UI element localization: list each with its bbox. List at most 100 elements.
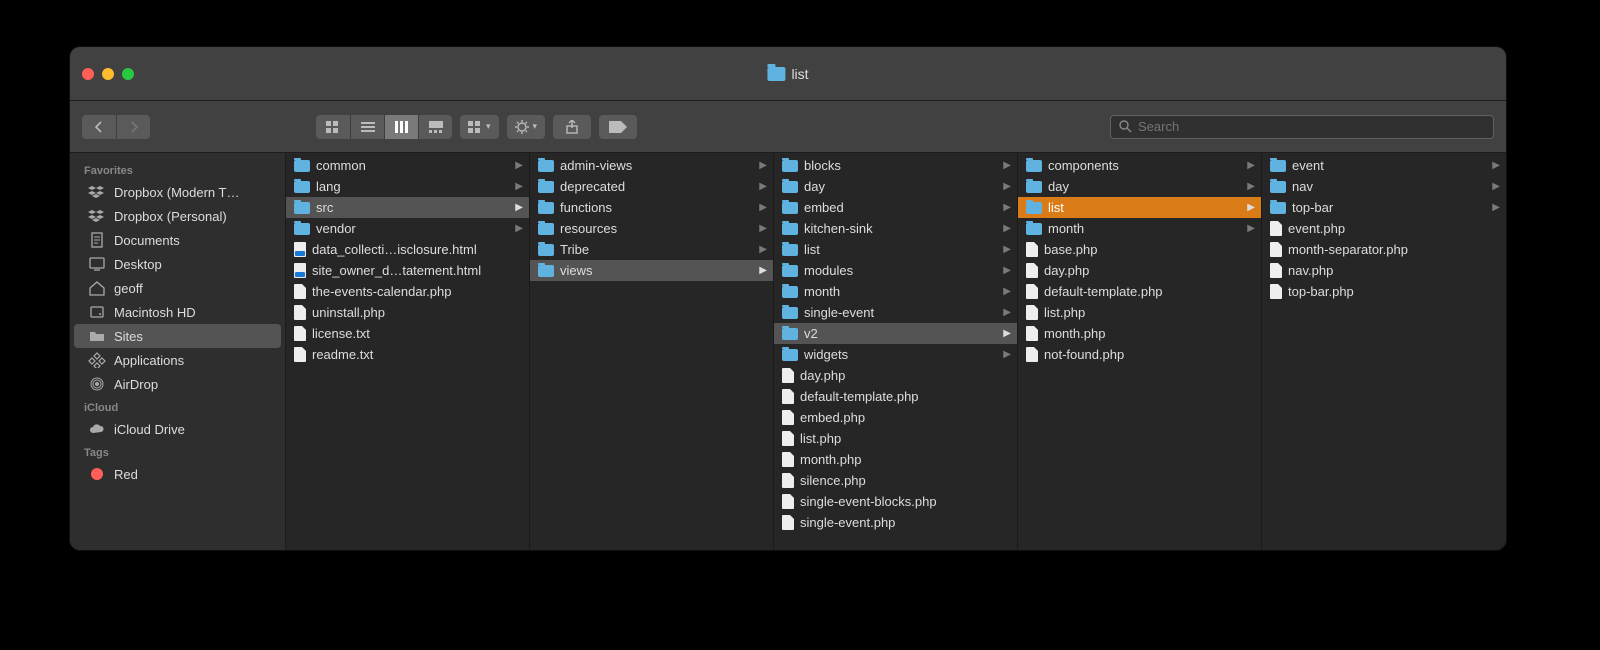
- sidebar-item-documents[interactable]: Documents: [74, 228, 281, 252]
- chevron-right-icon: ▶: [515, 181, 523, 192]
- sidebar-item-macintosh-hd[interactable]: Macintosh HD: [74, 300, 281, 324]
- home-icon: [88, 280, 106, 296]
- file-name: list: [804, 242, 997, 257]
- file-row[interactable]: uninstall.php: [286, 302, 529, 323]
- file-row[interactable]: data_collecti…isclosure.html: [286, 239, 529, 260]
- file-row[interactable]: license.txt: [286, 323, 529, 344]
- file-row[interactable]: blocks▶: [774, 155, 1017, 176]
- disk-icon: [88, 304, 106, 320]
- view-icons-button[interactable]: [316, 115, 350, 139]
- file-row[interactable]: list.php: [1018, 302, 1261, 323]
- file-row[interactable]: modules▶: [774, 260, 1017, 281]
- file-row[interactable]: day.php: [774, 365, 1017, 386]
- column-2: blocks▶day▶embed▶kitchen-sink▶list▶modul…: [774, 153, 1018, 550]
- file-row[interactable]: lang▶: [286, 176, 529, 197]
- chevron-right-icon: ▶: [759, 160, 767, 171]
- view-columns-button[interactable]: [384, 115, 418, 139]
- sidebar-item-label: Macintosh HD: [114, 305, 196, 320]
- sidebar-header: iCloud: [70, 396, 285, 417]
- file-name: readme.txt: [312, 347, 523, 362]
- view-mode-group: [316, 115, 452, 139]
- file-row[interactable]: v2▶: [774, 323, 1017, 344]
- sidebar-item-airdrop[interactable]: AirDrop: [74, 372, 281, 396]
- sidebar-item-dropbox-modern-t[interactable]: Dropbox (Modern T…: [74, 180, 281, 204]
- chevron-right-icon: ▶: [1247, 160, 1255, 171]
- file-row[interactable]: top-bar.php: [1262, 281, 1506, 302]
- zoom-icon[interactable]: [122, 68, 134, 80]
- back-button[interactable]: [82, 115, 116, 139]
- file-row[interactable]: single-event-blocks.php: [774, 491, 1017, 512]
- sidebar-item-sites[interactable]: Sites: [74, 324, 281, 348]
- chevron-right-icon: ▶: [1003, 286, 1011, 297]
- file-icon: [782, 431, 794, 446]
- file-row[interactable]: day▶: [774, 176, 1017, 197]
- file-row[interactable]: month.php: [1018, 323, 1261, 344]
- file-row[interactable]: list.php: [774, 428, 1017, 449]
- file-row[interactable]: base.php: [1018, 239, 1261, 260]
- file-row[interactable]: admin-views▶: [530, 155, 773, 176]
- view-gallery-button[interactable]: [418, 115, 452, 139]
- sidebar-item-geoff[interactable]: geoff: [74, 276, 281, 300]
- file-row[interactable]: not-found.php: [1018, 344, 1261, 365]
- forward-button[interactable]: [116, 115, 150, 139]
- file-row[interactable]: views▶: [530, 260, 773, 281]
- sidebar-item-icloud-drive[interactable]: iCloud Drive: [74, 417, 281, 441]
- file-name: resources: [560, 221, 753, 236]
- file-name: month.php: [1044, 326, 1255, 341]
- sidebar-item-dropbox-personal[interactable]: Dropbox (Personal): [74, 204, 281, 228]
- file-row[interactable]: event.php: [1262, 218, 1506, 239]
- sidebar-item-applications[interactable]: Applications: [74, 348, 281, 372]
- file-row[interactable]: widgets▶: [774, 344, 1017, 365]
- sidebar-item-red[interactable]: Red: [74, 462, 281, 486]
- file-row[interactable]: site_owner_d…tatement.html: [286, 260, 529, 281]
- file-row[interactable]: embed▶: [774, 197, 1017, 218]
- file-row[interactable]: deprecated▶: [530, 176, 773, 197]
- file-row[interactable]: day.php: [1018, 260, 1261, 281]
- file-row[interactable]: single-event.php: [774, 512, 1017, 533]
- file-row[interactable]: components▶: [1018, 155, 1261, 176]
- file-row[interactable]: default-template.php: [774, 386, 1017, 407]
- file-row[interactable]: event▶: [1262, 155, 1506, 176]
- view-list-button[interactable]: [350, 115, 384, 139]
- file-row[interactable]: resources▶: [530, 218, 773, 239]
- group-by-button[interactable]: ▾: [460, 115, 499, 139]
- close-icon[interactable]: [82, 68, 94, 80]
- file-row[interactable]: kitchen-sink▶: [774, 218, 1017, 239]
- file-row[interactable]: readme.txt: [286, 344, 529, 365]
- file-row[interactable]: Tribe▶: [530, 239, 773, 260]
- file-row[interactable]: default-template.php: [1018, 281, 1261, 302]
- file-row[interactable]: month-separator.php: [1262, 239, 1506, 260]
- chevron-right-icon: ▶: [1003, 349, 1011, 360]
- file-row[interactable]: embed.php: [774, 407, 1017, 428]
- file-row[interactable]: nav▶: [1262, 176, 1506, 197]
- chevron-right-icon: ▶: [1492, 160, 1500, 171]
- file-row[interactable]: vendor▶: [286, 218, 529, 239]
- sidebar-header: Tags: [70, 441, 285, 462]
- tags-button[interactable]: [599, 115, 637, 139]
- action-button[interactable]: ▾: [507, 115, 546, 139]
- file-row[interactable]: month.php: [774, 449, 1017, 470]
- file-row[interactable]: src▶: [286, 197, 529, 218]
- file-row[interactable]: nav.php: [1262, 260, 1506, 281]
- file-row[interactable]: single-event▶: [774, 302, 1017, 323]
- file-row[interactable]: month▶: [1018, 218, 1261, 239]
- file-row[interactable]: list▶: [774, 239, 1017, 260]
- file-row[interactable]: the-events-calendar.php: [286, 281, 529, 302]
- file-name: silence.php: [800, 473, 1011, 488]
- file-row[interactable]: top-bar▶: [1262, 197, 1506, 218]
- file-row[interactable]: silence.php: [774, 470, 1017, 491]
- folder-icon: [782, 286, 798, 298]
- file-row[interactable]: common▶: [286, 155, 529, 176]
- file-row[interactable]: month▶: [774, 281, 1017, 302]
- sidebar-item-desktop[interactable]: Desktop: [74, 252, 281, 276]
- share-button[interactable]: [553, 115, 591, 139]
- minimize-icon[interactable]: [102, 68, 114, 80]
- chevron-right-icon: ▶: [1003, 202, 1011, 213]
- file-name: default-template.php: [800, 389, 1011, 404]
- search-input[interactable]: [1138, 119, 1485, 134]
- file-row[interactable]: functions▶: [530, 197, 773, 218]
- folder-icon: [1026, 160, 1042, 172]
- file-row[interactable]: day▶: [1018, 176, 1261, 197]
- file-row[interactable]: list▶: [1018, 197, 1261, 218]
- search-field[interactable]: [1110, 115, 1494, 139]
